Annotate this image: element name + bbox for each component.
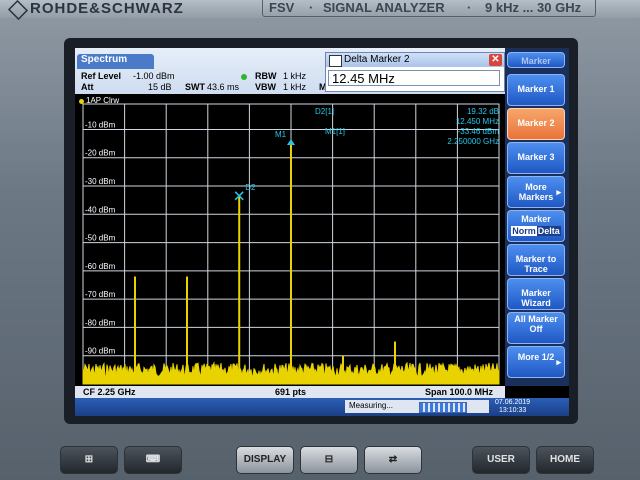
y-tick-label: -20 dBm [85,149,116,158]
softkey-more-1-2[interactable]: More 1/2 ▸ [507,346,565,378]
y-tick-label: -90 dBm [85,347,116,356]
dialog-titlebar: Delta Marker 2 ✕ [326,53,504,67]
swt-value: 43.6 ms [207,82,240,92]
softkey-panel: Marker Marker 1 Marker 2 Marker 3 More Mark… [505,48,569,386]
y-tick-label: -40 dBm [85,205,116,214]
vbw-value: 1 kHz [283,82,307,92]
swt-label: SWT [185,82,205,92]
y-tick-label: -60 dBm [85,262,116,271]
chevron-right-icon: ▸ [556,357,561,367]
softkey-marker-1[interactable]: Marker 1 [507,74,565,106]
y-tick-label: -80 dBm [85,318,116,327]
att-value: 15 dB [148,82,172,92]
dialog-title: Delta Marker 2 [344,54,410,65]
status-led-icon [241,74,247,80]
m1-level: -33.46 dBm [458,127,500,136]
y-axis-labels: -10 dBm -20 dBm -30 dBm -40 dBm -50 dBm -60 d… [85,120,116,355]
home-button[interactable]: HOME [536,446,594,474]
vbw-label: VBW [255,82,276,92]
header-strip: ROHDE&SCHWARZ FSV · SIGNAL ANALYZER · 9 … [0,0,640,21]
taskbar: 07.06.2019 13:10:33 [75,398,569,416]
d2-freq: 12.450 MHz [456,117,499,126]
chevron-right-icon: ▸ [556,187,561,197]
product-name: SIGNAL ANALYZER [323,0,445,15]
rs-logo-icon [7,0,29,21]
y-tick-label: -30 dBm [85,177,116,186]
frequency-range: 9 kHz ... 30 GHz [485,0,582,15]
softkey-menu-title: Marker [507,52,565,68]
marker-d2-label: D2 [245,183,256,192]
date: 07.06.2019 [495,399,531,406]
sweep-points: 691 pts [275,387,307,397]
m1-freq: 2.250000 GHz [447,137,499,146]
d2-level: 19.32 dB [467,107,499,116]
m1-label: M1[1] [325,127,345,136]
status-area: Spectrum Ref Level -1.00 dBm Att 15 dB S… [75,48,505,94]
measuring-text: Measuring... [349,401,394,410]
user-button[interactable]: USER [472,446,530,474]
model: FSV [269,0,295,15]
rbw-value: 1 kHz [283,71,307,81]
delta-frequency-input[interactable]: 12.45 MHz [328,70,500,86]
instrument-bezel: ROHDE&SCHWARZ FSV · SIGNAL ANALYZER · 9 … [0,0,640,480]
softkey-all-marker-off[interactable]: All Marker Off [507,312,565,344]
measuring-status: Measuring... [345,400,489,413]
softkey-marker-wizard[interactable]: Marker Wizard [507,278,565,310]
softkey-marker-2[interactable]: Marker 2 [507,108,565,140]
ref-level-value: -1.00 dBm [133,71,175,81]
d2-label: D2[1] [315,107,334,116]
rbw-label: RBW [255,71,277,81]
y-tick-label: -70 dBm [85,290,116,299]
plot-footer: CF 2.25 GHz 691 pts Span 100.0 MHz [75,386,505,398]
softkey-marker[interactable]: Marker Norm Delta [507,210,565,242]
display-button[interactable]: DISPLAY [236,446,294,474]
y-tick-label: -10 dBm [85,120,116,129]
marker-m1-label: M1 [275,130,287,139]
tab-spectrum[interactable]: Spectrum [77,54,154,69]
keyboard-key-icon[interactable]: ⌨ [124,446,182,474]
close-icon[interactable]: ✕ [489,54,502,66]
delta-marker-dialog[interactable]: Delta Marker 2 ✕ 12.45 MHz [325,52,505,92]
ref-level-label: Ref Level [81,71,122,81]
switch-view-button-icon[interactable]: ⇄ [364,446,422,474]
softkey-more-markers[interactable]: More Markers ▸ [507,176,565,208]
model-label: FSV · SIGNAL ANALYZER · 9 kHz ... 30 GHz [262,0,596,17]
windows-key-icon[interactable]: ⊞ [60,446,118,474]
att-label: Att [81,82,94,92]
split-screen-button-icon[interactable]: ⊟ [300,446,358,474]
time: 13:10:33 [499,407,527,414]
analyzer-screen: Spectrum Ref Level -1.00 dBm Att 15 dB S… [75,48,569,416]
softkey-marker-3[interactable]: Marker 3 [507,142,565,174]
sweep-progress-bar [419,402,467,413]
y-tick-label: -50 dBm [85,234,116,243]
center-frequency: CF 2.25 GHz [83,387,136,397]
span: Span 100.0 MHz [425,387,494,397]
marker-icon [329,55,342,67]
softkey-marker-to-trace[interactable]: Marker to Trace [507,244,565,276]
brand-name: ROHDE&SCHWARZ [30,0,184,17]
spectrum-plot[interactable]: -10 dBm -20 dBm -30 dBm -40 dBm -50 dBm -60 d… [75,94,505,386]
